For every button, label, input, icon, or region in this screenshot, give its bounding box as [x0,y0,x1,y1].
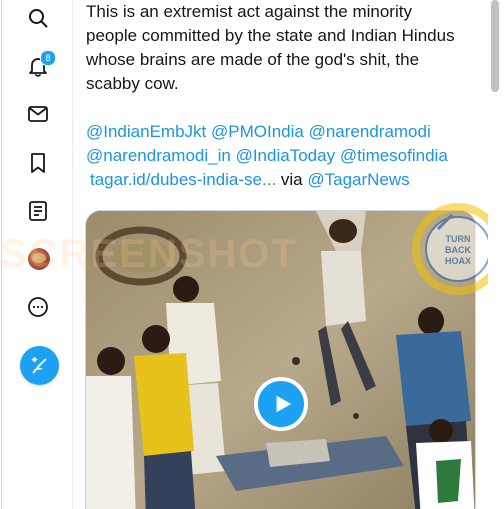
video-media-card[interactable] [85,210,476,509]
compose-tweet-button[interactable] [20,346,59,385]
sidebar-divider [72,0,73,509]
via-label: via [280,170,303,189]
mention-link[interactable]: @narendramodi [309,122,431,141]
play-icon [276,395,292,413]
video-thumbnail [86,211,475,509]
mention-link[interactable]: @narendramodi_in [86,146,231,165]
tweet-text-line: scabby cow. [86,74,179,93]
tweet-text-line: whose brains are made of the god's shit,… [86,50,420,69]
tweet-text-line: This is an extremist act against the min… [86,2,412,21]
sidebar-nav: 8 [2,0,72,509]
search-icon[interactable] [26,6,50,30]
article-link[interactable]: tagar.id/dubes-india-se... [90,170,276,189]
mention-link[interactable]: @IndiaToday [236,146,336,165]
mention-link[interactable]: @IndianEmbJkt [86,122,206,141]
more-icon[interactable] [26,295,50,319]
bookmark-icon[interactable] [26,151,50,175]
mention-link[interactable]: @PMOIndia [211,122,304,141]
notification-badge: 8 [40,50,56,66]
play-button[interactable] [254,377,308,431]
compose-icon [31,356,46,373]
notifications-bell-icon[interactable]: 8 [26,50,56,78]
lists-icon[interactable] [26,199,50,223]
app-window: 8 This is an extremist act against the m… [0,0,504,509]
tweet-text-line: people committed by the state and Indian… [86,26,455,45]
scrollbar-thumb[interactable] [491,0,499,92]
mail-icon[interactable] [26,102,50,126]
link-line: tagar.id/dubes-india-se... via @TagarNew… [90,168,410,192]
via-mention-link[interactable]: @TagarNews [307,170,409,189]
mentions-line: @narendramodi_in @IndiaToday @timesofind… [86,144,448,168]
profile-avatar[interactable] [28,248,50,270]
mentions-line: @IndianEmbJkt @PMOIndia @narendramodi [86,120,431,144]
mention-link[interactable]: @timesofindia [340,146,448,165]
